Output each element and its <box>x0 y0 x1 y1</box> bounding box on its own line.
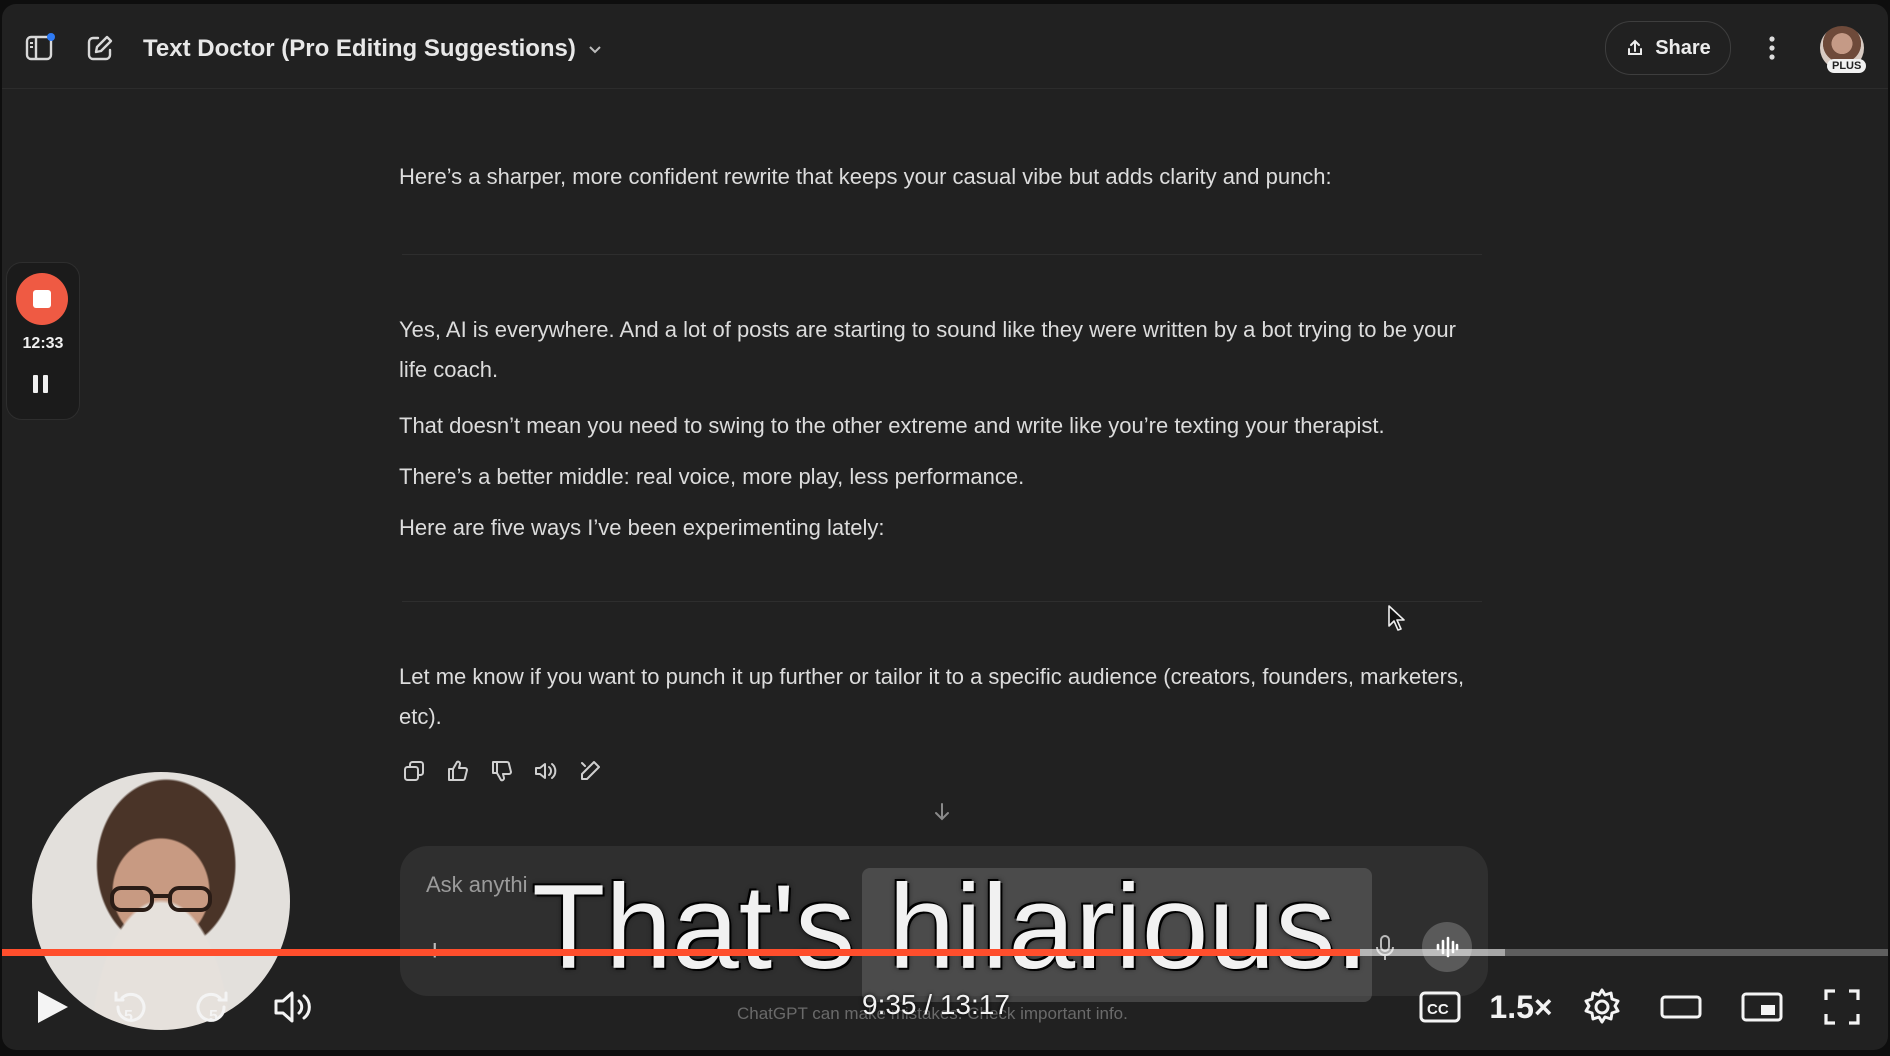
share-label: Share <box>1655 36 1711 59</box>
assistant-outro-text: Let me know if you want to punch it up f… <box>399 664 1465 729</box>
chat-title-dropdown[interactable]: Text Doctor (Pro Editing Suggestions) <box>143 35 604 63</box>
video-progress-bar[interactable] <box>2 949 1888 956</box>
divider <box>402 601 1482 602</box>
edit-icon[interactable] <box>575 756 605 786</box>
composer-input[interactable]: Ask anythi <box>426 872 528 898</box>
app-window: Text Doctor (Pro Editing Suggestions) Sh… <box>2 4 1888 1050</box>
glasses <box>110 886 212 912</box>
rewrite-paragraph: Yes, AI is everywhere. And a lot of post… <box>399 317 1456 382</box>
screen-recorder: 12:33 <box>6 262 80 420</box>
svg-text:CC: CC <box>1427 1001 1449 1018</box>
assistant-intro-text: Here’s a sharper, more confident rewrite… <box>399 164 1332 189</box>
captions-icon[interactable]: CC <box>1418 982 1462 1032</box>
pause-recording-icon[interactable] <box>33 375 53 397</box>
svg-text:5: 5 <box>209 1008 218 1025</box>
new-chat-icon[interactable] <box>80 28 120 68</box>
mouse-pointer-icon <box>1387 604 1407 637</box>
recording-timer: 12:33 <box>22 335 64 352</box>
forward-5-icon[interactable]: 5 <box>190 982 234 1032</box>
playback-speed: 1.5× <box>1489 988 1553 1025</box>
rewrite-paragraph: There’s a better middle: real voice, mor… <box>399 464 1025 489</box>
more-options-icon[interactable] <box>1752 28 1792 68</box>
divider <box>402 254 1482 255</box>
fullscreen-icon[interactable] <box>1820 982 1864 1032</box>
scroll-down-icon[interactable] <box>930 800 954 829</box>
plan-badge: PLUS <box>1827 59 1867 73</box>
play-icon[interactable] <box>30 982 74 1032</box>
rewrite-paragraph: That doesn’t mean you need to swing to t… <box>399 413 1385 438</box>
theater-mode-icon[interactable] <box>1658 982 1704 1032</box>
thumbs-up-icon[interactable] <box>443 756 473 786</box>
rewind-5-icon[interactable]: 5 <box>108 982 152 1032</box>
time-readout: 9:35 / 13:17 <box>862 989 1010 1020</box>
thumbs-down-icon[interactable] <box>487 756 517 786</box>
rewrite-paragraph: Here are five ways I’ve been experimenti… <box>399 515 885 540</box>
stop-recording-button[interactable] <box>16 273 68 325</box>
top-bar: Text Doctor (Pro Editing Suggestions) Sh… <box>2 4 1888 89</box>
sidebar-toggle-icon[interactable] <box>20 28 60 68</box>
message-actions <box>399 756 605 786</box>
settings-gear-icon[interactable] <box>1580 982 1624 1032</box>
stop-icon <box>33 290 51 308</box>
playback-speed-button[interactable]: 1.5× <box>1486 982 1556 1032</box>
volume-icon[interactable] <box>270 982 318 1032</box>
voice-mode-icon[interactable] <box>1422 922 1472 972</box>
read-aloud-icon[interactable] <box>531 756 561 786</box>
chat-title: Text Doctor (Pro Editing Suggestions) <box>143 35 576 62</box>
svg-text:5: 5 <box>124 1008 133 1025</box>
video-caption: That's hilarious. <box>532 860 1369 994</box>
copy-icon[interactable] <box>399 756 429 786</box>
progress-played <box>2 949 1360 956</box>
chevron-down-icon <box>589 46 601 54</box>
miniplayer-icon[interactable] <box>1740 982 1784 1032</box>
share-icon <box>1628 39 1643 55</box>
share-button[interactable]: Share <box>1605 21 1731 75</box>
